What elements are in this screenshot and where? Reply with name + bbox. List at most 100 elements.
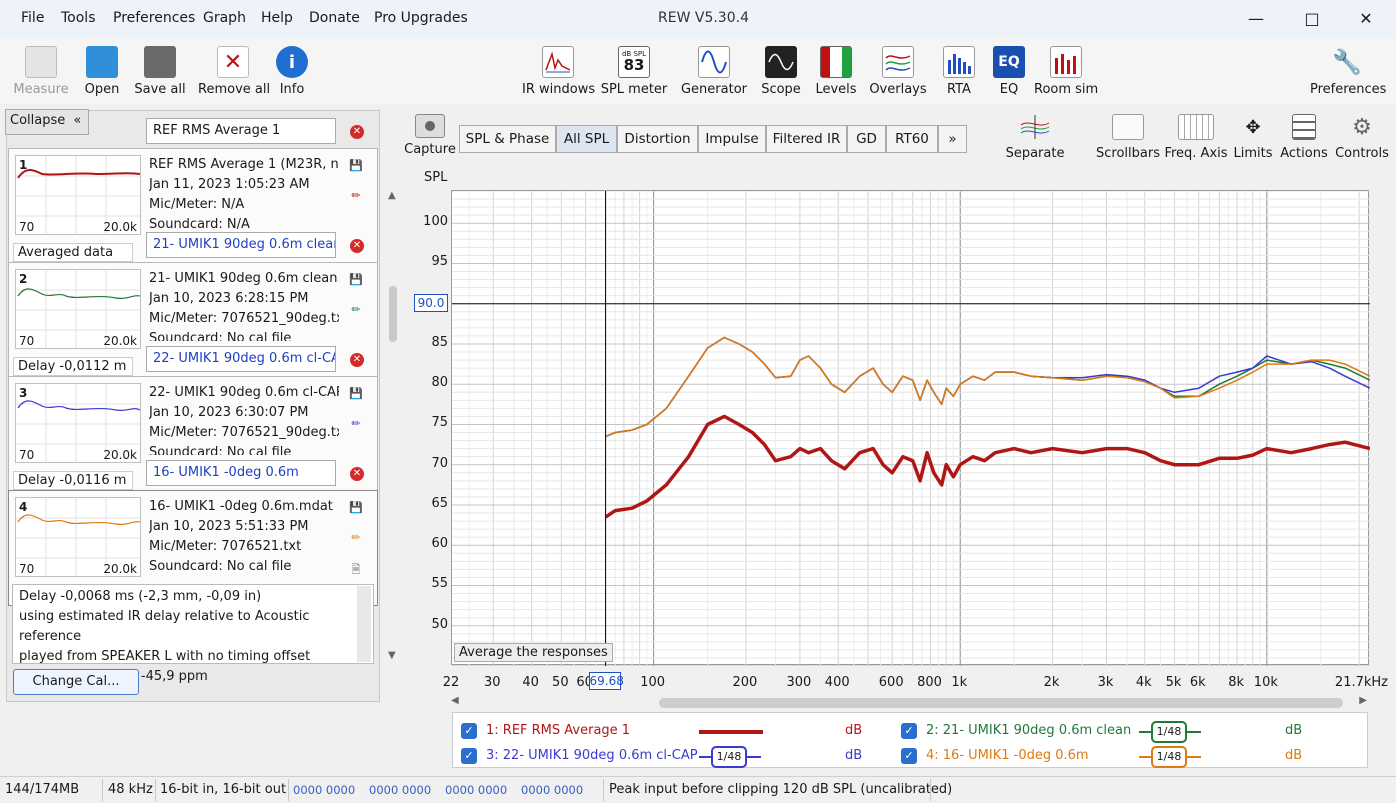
level-meter-2: 0000 0000	[369, 783, 432, 797]
legend-checkbox-3[interactable]: ✓	[461, 748, 477, 764]
color-pen-icon[interactable]: ✏	[349, 303, 363, 317]
collapse-button[interactable]: Collapse «	[5, 109, 89, 135]
spl-plot[interactable]: Average the responses	[451, 190, 1371, 667]
legend-unit-2: dB	[1285, 723, 1303, 738]
limits-button[interactable]: ✥ Limits	[1232, 114, 1274, 162]
close-icon[interactable]: ✕	[1346, 6, 1386, 32]
tab-distortion[interactable]: Distortion	[617, 125, 698, 153]
tab-spl-phase[interactable]: SPL & Phase	[459, 125, 556, 153]
scope-button[interactable]: Scope	[760, 46, 802, 97]
y-tick-label: 80	[431, 375, 448, 391]
overlays-button[interactable]: Overlays	[868, 46, 928, 97]
change-cal-button[interactable]: Change Cal...	[13, 669, 139, 695]
open-button[interactable]: Open	[80, 46, 124, 97]
save-all-button[interactable]: Save all	[134, 46, 186, 97]
scrollbars-button[interactable]: Scrollbars	[1096, 114, 1160, 161]
scroll-thumb[interactable]	[389, 286, 397, 342]
legend-checkbox-4[interactable]: ✓	[901, 748, 917, 764]
smoothing-badge-2[interactable]: 1/48	[1151, 721, 1187, 743]
y-tick-label: 55	[431, 576, 448, 592]
measurement-mic: Mic/Meter: 7076521.txt	[149, 539, 302, 554]
save-measurement-icon[interactable]: 💾	[349, 501, 363, 515]
remove-measurement-icon[interactable]: ✕	[350, 239, 364, 253]
freq-axis-button[interactable]: Freq. Axis	[1164, 114, 1228, 161]
measurement-name: 16- UMIK1 -0deg 0.6m.mdat	[149, 499, 333, 514]
measurement-status-2: Delay -0,0112 m	[13, 357, 133, 376]
eq-button[interactable]: EQ EQ	[990, 46, 1028, 97]
level-meter-1: 0000 0000	[293, 783, 356, 797]
measurement-notes[interactable]: Delay -0,0068 ms (-2,3 mm, -0,09 in) usi…	[12, 584, 374, 684]
menu-help[interactable]: Help	[261, 10, 293, 26]
measure-icon	[25, 46, 57, 78]
scroll-right-icon[interactable]: ▶	[1359, 695, 1367, 706]
cursor-x-readout: 69.68	[588, 672, 624, 690]
save-measurement-icon[interactable]: 💾	[349, 387, 363, 401]
generator-button[interactable]: Generator	[680, 46, 748, 97]
legend-checkbox-1[interactable]: ✓	[461, 723, 477, 739]
menu-pro-upgrades[interactable]: Pro Upgrades	[374, 10, 468, 26]
scroll-down-icon[interactable]: ▼	[388, 650, 396, 661]
menu-file[interactable]: File	[21, 10, 44, 26]
measurement-date: Jan 10, 2023 6:28:15 PM	[149, 291, 309, 306]
spl-meter-icon: dB SPL 83	[618, 46, 650, 78]
capture-button[interactable]: Capture	[404, 114, 456, 157]
hscroll-thumb[interactable]	[659, 698, 1343, 708]
menu-donate[interactable]: Donate	[309, 10, 360, 26]
eq-icon: EQ	[993, 46, 1025, 78]
remove-all-button[interactable]: ✕ Remove all	[198, 46, 270, 97]
tab-impulse[interactable]: Impulse	[698, 125, 766, 153]
remove-measurement-icon[interactable]: ✕	[350, 353, 364, 367]
menu-tools[interactable]: Tools	[61, 10, 96, 26]
tab-rt60[interactable]: RT60	[886, 125, 938, 153]
legend-checkbox-2[interactable]: ✓	[901, 723, 917, 739]
room-sim-button[interactable]: Room sim	[1034, 46, 1098, 97]
rta-button[interactable]: RTA	[940, 46, 978, 97]
color-pen-icon[interactable]: ✏	[349, 189, 363, 203]
smoothing-badge-4[interactable]: 1/48	[1151, 746, 1187, 768]
tab-gd[interactable]: GD	[847, 125, 886, 153]
color-pen-icon[interactable]: ✏	[349, 417, 363, 431]
minimize-icon[interactable]: —	[1236, 6, 1276, 32]
controls-button[interactable]: ⚙ Controls	[1334, 114, 1390, 162]
tab-more-chevron-icon[interactable]: »	[938, 125, 967, 153]
scroll-up-icon[interactable]: ▲	[388, 190, 396, 201]
average-responses-button[interactable]: Average the responses	[454, 643, 613, 662]
actions-button[interactable]: Actions	[1280, 114, 1328, 161]
ir-windows-button[interactable]: IR windows	[522, 46, 595, 97]
scroll-left-icon[interactable]: ◀	[451, 695, 459, 706]
spl-meter-button[interactable]: dB SPL 83 SPL meter	[600, 46, 668, 97]
graph-hscrollbar[interactable]: ◀ ▶	[451, 694, 1369, 710]
color-pen-icon[interactable]: ✏	[349, 531, 363, 545]
measurement-name: REF RMS Average 1 (M23R, no	[149, 157, 339, 172]
measure-button[interactable]: Measure	[12, 46, 70, 97]
tab-all-spl[interactable]: All SPL	[556, 125, 617, 153]
legend-unit-1: dB	[845, 723, 863, 738]
floppy-icon	[144, 46, 176, 78]
remove-measurement-icon[interactable]: ✕	[350, 125, 364, 139]
tab-filtered-ir[interactable]: Filtered IR	[766, 125, 847, 153]
save-measurement-icon[interactable]: 💾	[349, 273, 363, 287]
smoothing-badge-3[interactable]: 1/48	[711, 746, 747, 768]
preferences-button[interactable]: 🔧 Preferences	[1310, 46, 1386, 97]
measurement-name: 21- UMIK1 90deg 0.6m clean.r	[149, 271, 339, 286]
maximize-icon[interactable]: □	[1292, 6, 1332, 32]
measurement-title-1[interactable]: REF RMS Average 1	[146, 118, 336, 144]
freq-axis-icon	[1178, 114, 1214, 140]
measurement-title-3[interactable]: 22- UMIK1 90deg 0.6m cl-CAP	[146, 346, 336, 372]
measurement-date: Jan 10, 2023 6:30:07 PM	[149, 405, 309, 420]
thumbnail-graph: 2 70 20.0k	[15, 269, 141, 349]
separate-button[interactable]: Separate	[1004, 114, 1066, 161]
rta-icon	[943, 46, 975, 78]
document-icon[interactable]: 🗎	[349, 561, 363, 576]
ir-windows-icon	[542, 46, 574, 78]
panel-scrollbar[interactable]: ▲ ▼	[386, 190, 400, 666]
info-button[interactable]: i Info	[276, 46, 308, 97]
measurement-title-2[interactable]: 21- UMIK1 90deg 0.6m clean	[146, 232, 336, 258]
notes-scrollbar[interactable]	[357, 586, 371, 662]
save-measurement-icon[interactable]: 💾	[349, 159, 363, 173]
menu-preferences[interactable]: Preferences	[113, 10, 195, 26]
levels-button[interactable]: Levels	[814, 46, 858, 97]
menu-graph[interactable]: Graph	[203, 10, 246, 26]
measurement-title-4[interactable]: 16- UMIK1 -0deg 0.6m	[146, 460, 336, 486]
remove-measurement-icon[interactable]: ✕	[350, 467, 364, 481]
